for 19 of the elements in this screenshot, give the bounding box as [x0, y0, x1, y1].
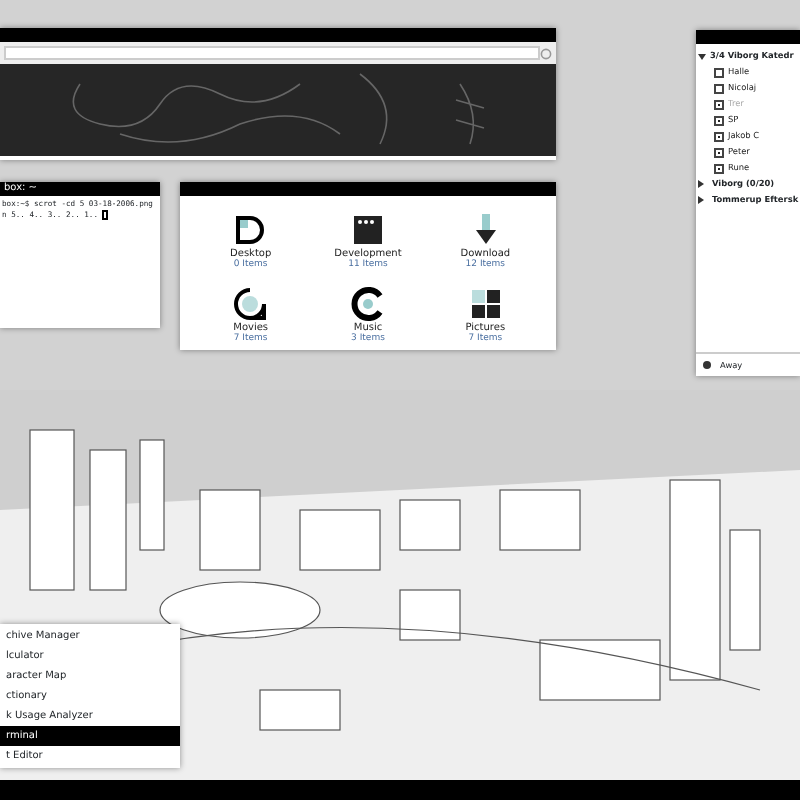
- music-folder-icon[interactable]: [349, 286, 386, 323]
- checkbox[interactable]: [714, 131, 724, 141]
- expand-arrow-icon[interactable]: [698, 196, 708, 204]
- checkbox[interactable]: [714, 163, 724, 173]
- checkbox[interactable]: [714, 147, 724, 157]
- checkbox[interactable]: [714, 115, 724, 125]
- terminal-folder-icon[interactable]: [349, 212, 386, 248]
- title-bar: [696, 30, 800, 44]
- collapse-arrow-icon[interactable]: [698, 53, 706, 63]
- cursor-icon: [102, 209, 109, 220]
- checkbox[interactable]: [714, 99, 724, 109]
- image-grid-icon[interactable]: [467, 286, 504, 323]
- checkbox[interactable]: [714, 83, 724, 93]
- status-icon: [702, 360, 712, 370]
- address-field[interactable]: [4, 46, 540, 60]
- folder-icon[interactable]: [232, 212, 269, 248]
- film-folder-icon[interactable]: [232, 286, 269, 323]
- checkbox[interactable]: [714, 67, 724, 77]
- expand-arrow-icon[interactable]: [698, 180, 708, 188]
